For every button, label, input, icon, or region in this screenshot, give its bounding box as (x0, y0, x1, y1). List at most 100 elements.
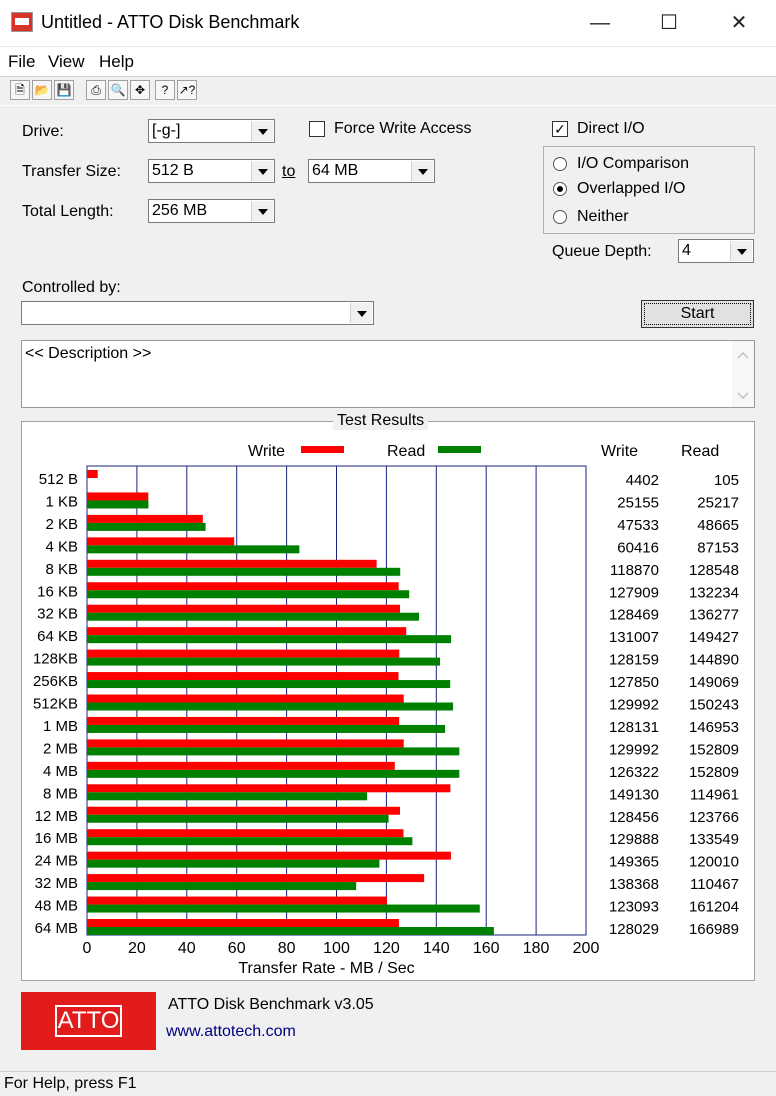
write-value: 128029 (609, 921, 659, 938)
total-length-select[interactable]: 256 MB (148, 199, 275, 223)
read-value: 149069 (689, 674, 739, 691)
read-value: 25217 (697, 494, 739, 511)
write-value: 129888 (609, 831, 659, 848)
row-label: 64 MB (35, 920, 78, 937)
write-bar (87, 515, 203, 523)
close-button[interactable]: ✕ (716, 8, 762, 38)
neither-radio[interactable] (553, 210, 567, 224)
drive-select[interactable]: [-g-] (148, 119, 275, 143)
queue-depth-select[interactable]: 4 (678, 239, 754, 263)
read-bar (87, 747, 459, 755)
menu-file[interactable]: File (8, 52, 35, 72)
queue-depth-value: 4 (682, 242, 691, 260)
new-icon[interactable]: 🗎 (10, 80, 30, 100)
overlapped-io-radio[interactable] (553, 182, 567, 196)
row-label: 4 MB (43, 763, 78, 780)
chevron-down-icon[interactable] (350, 303, 372, 323)
read-value: 136277 (689, 607, 739, 624)
row-label: 32 KB (37, 606, 78, 623)
drive-label: Drive: (22, 123, 64, 141)
io-comparison-radio[interactable] (553, 157, 567, 171)
read-bar (87, 905, 480, 913)
help-icon[interactable]: ? (155, 80, 175, 100)
transfer-to-select[interactable]: 64 MB (308, 159, 435, 183)
menu-view[interactable]: View (48, 52, 85, 72)
queue-depth-label: Queue Depth: (552, 243, 652, 261)
read-value: 166989 (689, 921, 739, 938)
write-value: 149130 (609, 786, 659, 803)
legend-write-swatch (301, 446, 344, 453)
direct-io-checkbox[interactable]: ✓ (552, 121, 568, 137)
column-header-write: Write (601, 443, 638, 460)
row-label: 512KB (33, 696, 78, 713)
print-preview-icon[interactable]: 🔍 (108, 80, 128, 100)
description-field[interactable]: << Description >> (21, 340, 755, 408)
save-icon[interactable]: 💾 (54, 80, 74, 100)
scroll-up-icon[interactable] (738, 353, 748, 358)
write-value: 128159 (609, 652, 659, 669)
read-bar (87, 725, 445, 733)
force-write-checkbox[interactable] (309, 121, 325, 137)
x-tick-label: 40 (178, 940, 196, 957)
read-bar (87, 523, 206, 531)
write-bar (87, 470, 98, 478)
read-bar (87, 927, 494, 935)
write-bar (87, 537, 234, 545)
maximize-button[interactable]: ☐ (646, 8, 692, 38)
write-bar (87, 605, 400, 613)
row-label: 16 KB (37, 583, 78, 600)
read-value: 120010 (689, 854, 739, 871)
minimize-button[interactable]: — (577, 8, 623, 38)
test-results-title: Test Results (333, 412, 428, 430)
row-label: 4 KB (45, 538, 78, 555)
controlled-by-select[interactable] (21, 301, 374, 325)
io-comparison-label: I/O Comparison (577, 155, 689, 173)
app-icon[interactable] (11, 12, 33, 32)
chevron-down-icon[interactable] (411, 161, 433, 181)
row-label: 8 KB (45, 561, 78, 578)
chevron-down-icon[interactable] (251, 121, 273, 141)
x-axis-label: Transfer Rate - MB / Sec (238, 960, 414, 977)
row-label: 48 MB (35, 898, 78, 915)
window-title: Untitled - ATTO Disk Benchmark (41, 12, 299, 33)
chevron-down-icon[interactable] (251, 201, 273, 221)
start-button[interactable]: Start (641, 300, 754, 328)
write-value: 127850 (609, 674, 659, 691)
status-text: For Help, press F1 (4, 1075, 136, 1093)
logo-text: ATTO (55, 1005, 122, 1037)
write-bar (87, 695, 404, 703)
chevron-down-icon[interactable] (730, 241, 752, 261)
context-help-icon[interactable]: ↗? (177, 80, 197, 100)
read-bar (87, 815, 389, 823)
transfer-from-select[interactable]: 512 B (148, 159, 275, 183)
write-bar (87, 672, 399, 680)
read-value: 161204 (689, 899, 739, 916)
write-bar (87, 897, 387, 905)
write-bar (87, 852, 451, 860)
direct-io-label: Direct I/O (577, 120, 645, 138)
title-bar: Untitled - ATTO Disk Benchmark — ☐ ✕ (0, 0, 776, 46)
row-label: 2 KB (45, 516, 78, 533)
move-icon[interactable]: ✥ (130, 80, 150, 100)
write-value: 128469 (609, 607, 659, 624)
read-value: 110467 (690, 876, 739, 893)
menu-help[interactable]: Help (99, 52, 134, 72)
legend-write-label: Write (248, 443, 285, 460)
write-value: 129992 (609, 741, 659, 758)
scroll-down-icon[interactable] (738, 393, 748, 398)
read-value: 144890 (689, 652, 739, 669)
write-value: 47533 (617, 517, 659, 534)
website-link[interactable]: www.attotech.com (166, 1023, 296, 1041)
transfer-from-value: 512 B (152, 162, 194, 180)
menu-bar: File View Help (0, 46, 776, 77)
write-bar (87, 784, 450, 792)
x-tick-label: 120 (373, 940, 400, 957)
open-icon[interactable]: 📂 (32, 80, 52, 100)
overlapped-io-label: Overlapped I/O (577, 180, 686, 198)
write-bar (87, 762, 395, 770)
chevron-down-icon[interactable] (251, 161, 273, 181)
print-icon[interactable]: ⎙ (86, 80, 106, 100)
description-text: << Description >> (25, 345, 151, 363)
description-scrollbar[interactable] (732, 341, 754, 407)
x-tick-label: 80 (278, 940, 296, 957)
